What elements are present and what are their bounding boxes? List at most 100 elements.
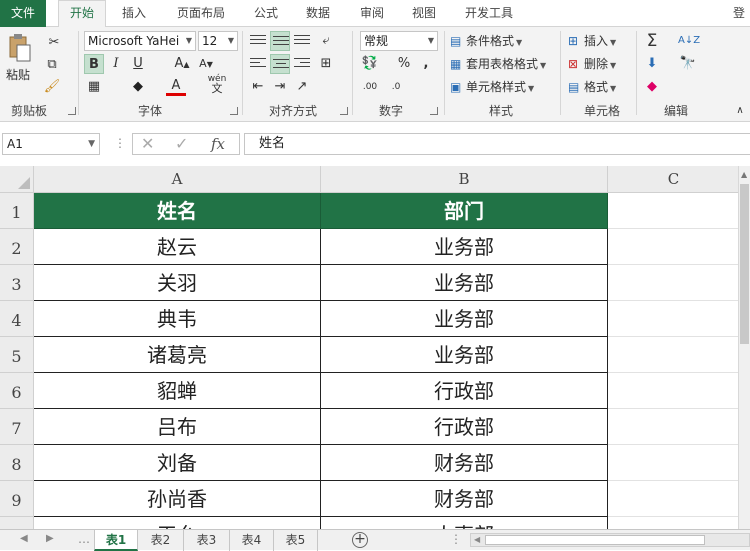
add-sheet-icon[interactable]: + — [352, 532, 368, 548]
cell-name[interactable]: 赵云 — [34, 229, 321, 265]
tab-review[interactable]: 审阅 — [350, 0, 394, 27]
row-header[interactable]: 2 — [0, 229, 34, 265]
formula-input[interactable]: 姓名 — [244, 133, 750, 155]
cell-name[interactable]: 典韦 — [34, 301, 321, 337]
align-left-icon[interactable] — [248, 54, 268, 74]
border-icon[interactable]: ▦ — [84, 77, 104, 97]
cell-name[interactable]: 吕布 — [34, 409, 321, 445]
name-box[interactable]: A1 ▼ — [2, 133, 100, 155]
tab-data[interactable]: 数据 — [296, 0, 340, 27]
scroll-up-icon[interactable]: ▲ — [741, 170, 747, 179]
italic-button[interactable]: I — [106, 54, 126, 74]
sheet-tab-5[interactable]: 表5 — [274, 530, 318, 551]
font-name-select[interactable]: Microsoft YaHei ▼ — [84, 31, 196, 51]
column-header-c[interactable]: C — [608, 166, 740, 193]
copy-icon[interactable]: ⧉ — [42, 55, 62, 75]
cell-name[interactable]: 诸葛亮 — [34, 337, 321, 373]
cell-name[interactable]: 关羽 — [34, 265, 321, 301]
tab-formulas[interactable]: 公式 — [244, 0, 288, 27]
cell-c[interactable] — [608, 517, 740, 529]
decrease-indent-icon[interactable]: ⇤ — [248, 77, 268, 97]
row-header[interactable]: 7 — [0, 409, 34, 445]
cell-dept[interactable]: 行政部 — [321, 409, 608, 445]
tab-split-handle-icon[interactable]: ⋮ — [450, 532, 462, 546]
cell-a1[interactable]: 姓名 — [34, 193, 321, 229]
sort-filter-icon[interactable]: A↓Z — [678, 31, 700, 51]
row-header[interactable]: 6 — [0, 373, 34, 409]
cell-name[interactable]: 貂蝉 — [34, 373, 321, 409]
font-launcher-icon[interactable] — [230, 107, 238, 115]
tab-home[interactable]: 开始 — [58, 0, 106, 28]
format-painter-icon[interactable]: 🖌 — [42, 77, 62, 97]
cell-c[interactable] — [608, 373, 740, 409]
cell-dept[interactable]: 业务部 — [321, 265, 608, 301]
insert-cells-button[interactable]: ⊞ 插入 ▼ — [568, 31, 632, 51]
row-header[interactable]: 10 — [0, 517, 34, 529]
row-header[interactable]: 4 — [0, 301, 34, 337]
tab-view[interactable]: 视图 — [402, 0, 446, 27]
cell-dept[interactable]: 业务部 — [321, 337, 608, 373]
increase-indent-icon[interactable]: ⇥ — [270, 77, 290, 97]
column-header-b[interactable]: B — [321, 166, 608, 193]
cell-dept[interactable]: 业务部 — [321, 301, 608, 337]
cell-dept[interactable]: 财务部 — [321, 445, 608, 481]
tab-file[interactable]: 文件 — [0, 0, 46, 27]
sheet-tab-4[interactable]: 表4 — [230, 530, 274, 551]
cell-c[interactable] — [608, 409, 740, 445]
select-all-corner[interactable] — [0, 166, 34, 193]
format-as-table-button[interactable]: ▦ 套用表格格式 ▼ — [450, 54, 562, 74]
align-right-icon[interactable] — [292, 54, 312, 74]
row-header[interactable]: 1 — [0, 193, 34, 229]
number-launcher-icon[interactable] — [430, 107, 438, 115]
align-top-icon[interactable] — [248, 31, 268, 51]
merge-cells-icon[interactable]: ⊞ — [316, 54, 336, 74]
cell-c[interactable] — [608, 481, 740, 517]
horizontal-scrollbar[interactable]: ◀ — [470, 533, 750, 547]
clear-icon[interactable]: ◆ — [642, 77, 662, 97]
cell-c[interactable] — [608, 301, 740, 337]
increase-font-icon[interactable]: A▲ — [172, 54, 192, 74]
align-center-icon[interactable] — [270, 54, 290, 74]
paste-icon[interactable] — [6, 33, 34, 63]
cell-dept[interactable]: 业务部 — [321, 229, 608, 265]
row-header[interactable]: 3 — [0, 265, 34, 301]
horizontal-scroll-thumb[interactable] — [485, 535, 705, 545]
comma-button[interactable]: , — [416, 54, 436, 74]
phonetic-icon[interactable]: wén 文 — [206, 74, 228, 94]
sheet-tab-1[interactable]: 表1 — [94, 530, 138, 551]
cell-c[interactable] — [608, 445, 740, 481]
login-link[interactable]: 登录 — [728, 0, 750, 27]
row-header[interactable]: 8 — [0, 445, 34, 481]
row-header[interactable]: 9 — [0, 481, 34, 517]
tab-developer[interactable]: 开发工具 — [456, 0, 522, 27]
vertical-scrollbar[interactable]: ▲ — [738, 166, 750, 529]
drag-handle-icon[interactable]: ⋮ — [114, 136, 126, 150]
align-middle-icon[interactable] — [270, 31, 290, 51]
cancel-icon[interactable]: ✕ — [141, 134, 154, 154]
enter-icon[interactable]: ✓ — [175, 134, 188, 154]
decrease-font-icon[interactable]: A▼ — [196, 54, 216, 74]
more-sheets-icon[interactable]: … — [78, 532, 90, 546]
prev-sheet-icon[interactable]: ◀ — [20, 533, 28, 544]
sheet-tab-3[interactable]: 表3 — [184, 530, 230, 551]
cell-dept[interactable]: 人事部 — [321, 517, 608, 529]
format-cells-button[interactable]: ▤ 格式 ▼ — [568, 77, 632, 97]
column-header-a[interactable]: A — [34, 166, 321, 193]
underline-button[interactable]: U — [128, 54, 148, 74]
increase-decimal-button[interactable]: .00 — [360, 77, 380, 97]
currency-icon[interactable]: 💱 — [360, 54, 380, 74]
cell-c[interactable] — [608, 337, 740, 373]
cell-name[interactable]: 王允 — [34, 517, 321, 529]
cell-b1[interactable]: 部门 — [321, 193, 608, 229]
cut-icon[interactable]: ✂ — [44, 33, 64, 53]
align-bottom-icon[interactable] — [292, 31, 312, 51]
clipboard-launcher-icon[interactable] — [68, 107, 76, 115]
percent-button[interactable]: % — [394, 54, 414, 74]
decrease-decimal-button[interactable]: .0 — [386, 77, 406, 97]
vertical-scroll-thumb[interactable] — [740, 184, 749, 344]
collapse-ribbon-icon[interactable]: ∧ — [730, 101, 750, 121]
cell-name[interactable]: 孙尚香 — [34, 481, 321, 517]
conditional-format-button[interactable]: ▤ 条件格式 ▼ — [450, 31, 558, 51]
number-format-select[interactable]: 常规 ▼ — [360, 31, 438, 51]
tab-insert[interactable]: 插入 — [110, 0, 158, 27]
